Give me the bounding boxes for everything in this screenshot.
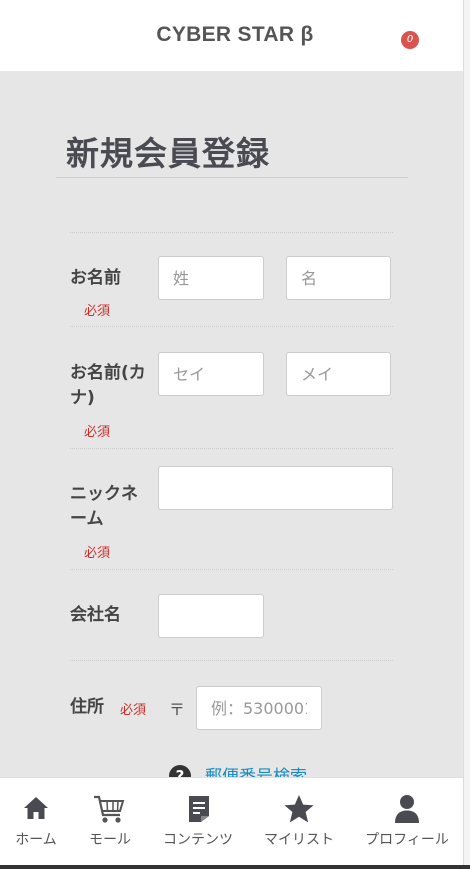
- nickname-label-line1: ニックネ: [70, 484, 138, 504]
- app-title[interactable]: CYBER STAR β: [0, 23, 470, 47]
- form-divider: [70, 448, 393, 449]
- postal-code-input[interactable]: [196, 686, 322, 730]
- cart-count-badge[interactable]: 0: [401, 31, 419, 49]
- page-title: 新規会員登録: [66, 134, 270, 173]
- form-divider: [70, 660, 393, 661]
- tab-contents-label: コンテンツ: [163, 832, 233, 848]
- bottom-tab-bar: ホーム モール コンテンツ マイリスト プロフィール: [0, 777, 463, 865]
- form-divider: [70, 232, 393, 233]
- user-icon: [395, 795, 419, 823]
- cart-icon: [94, 795, 125, 823]
- first-name-kana-input[interactable]: [286, 352, 391, 396]
- address-label: 住所: [70, 697, 104, 717]
- name-required-badge: 必須: [84, 304, 111, 319]
- nickname-required-badge: 必須: [84, 546, 111, 561]
- scrollbar[interactable]: [463, 0, 470, 869]
- title-divider: [56, 177, 408, 178]
- form-divider: [70, 326, 393, 327]
- document-icon: [189, 796, 209, 822]
- app-header: CYBER STAR β 0: [0, 0, 463, 71]
- nickname-input[interactable]: [158, 466, 393, 510]
- name-kana-label: お名前(カ ナ): [70, 361, 146, 411]
- name-kana-label-line1: お名前(カ: [70, 363, 146, 383]
- tab-mall-label: モール: [89, 832, 131, 848]
- nickname-label-line2: ーム: [70, 509, 104, 529]
- home-icon: [24, 797, 48, 819]
- postal-mark: 〒: [169, 700, 186, 719]
- tab-profile-label: プロフィール: [365, 832, 449, 848]
- tab-mall[interactable]: モール: [76, 778, 144, 866]
- tab-profile[interactable]: プロフィール: [362, 778, 452, 866]
- nickname-label: ニックネ ーム: [70, 482, 138, 532]
- tab-mylist-label: マイリスト: [264, 832, 334, 848]
- tab-mylist[interactable]: マイリスト: [262, 778, 336, 866]
- name-kana-required-badge: 必須: [84, 425, 111, 440]
- first-name-input[interactable]: [286, 256, 391, 300]
- tab-home[interactable]: ホーム: [0, 778, 72, 866]
- address-required-badge: 必須: [120, 703, 147, 718]
- star-icon: [284, 795, 314, 823]
- name-label: お名前: [70, 268, 121, 288]
- last-name-input[interactable]: [158, 256, 264, 300]
- tab-home-label: ホーム: [15, 832, 57, 848]
- company-input[interactable]: [158, 594, 264, 638]
- name-kana-label-line2: ナ): [70, 388, 95, 408]
- last-name-kana-input[interactable]: [158, 352, 264, 396]
- bottom-edge-bar: [0, 865, 470, 869]
- form-divider: [70, 569, 393, 570]
- tab-contents[interactable]: コンテンツ: [160, 778, 236, 866]
- company-label: 会社名: [70, 605, 121, 625]
